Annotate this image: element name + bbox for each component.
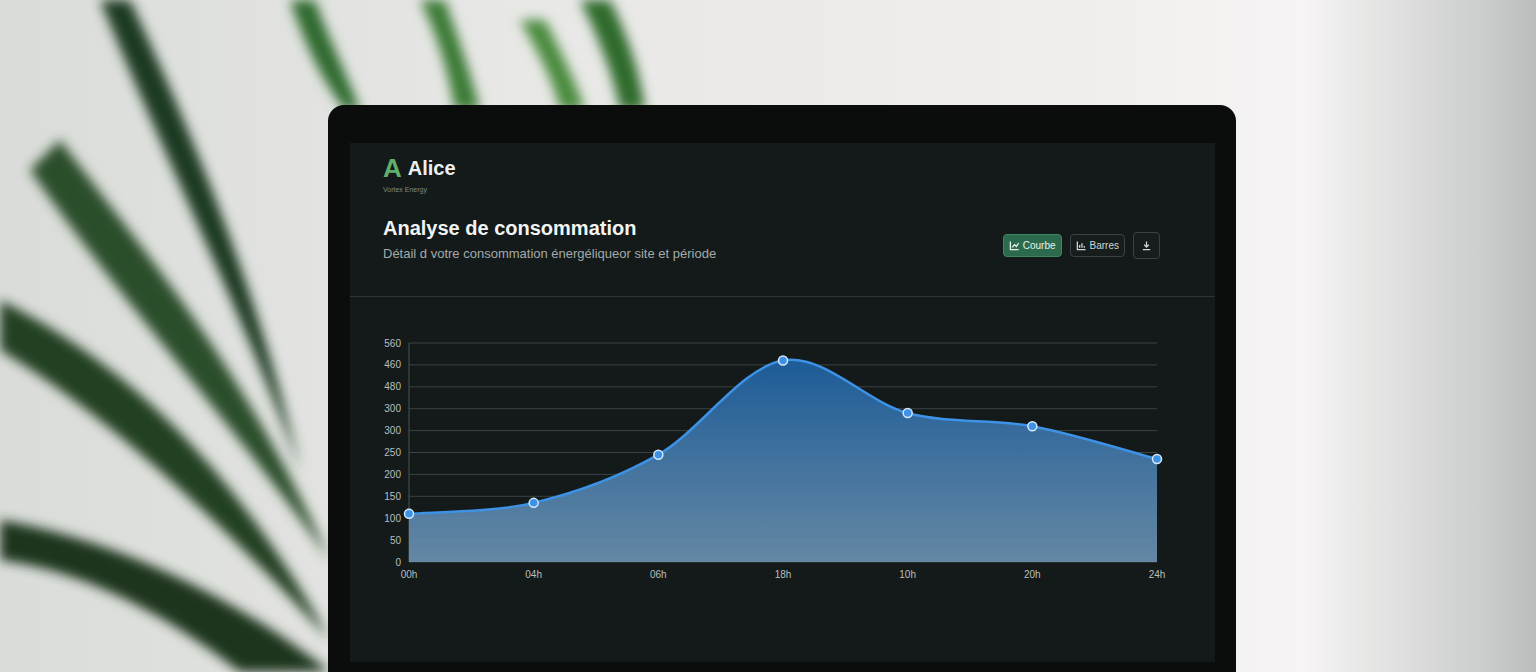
consumption-chart: 560 460 480 300 300 250 200 150 100 50 000h 04h 06h 1…: [372, 331, 1180, 583]
data-point[interactable]: [903, 409, 912, 418]
app-name: Alice: [408, 154, 456, 182]
svg-text:200: 200: [384, 469, 401, 480]
x-tick: 00h: [401, 569, 418, 580]
laptop-area: AAlice Vortex Energy Analyse de consommati…: [0, 0, 1536, 672]
series: [405, 356, 1162, 562]
data-point[interactable]: [529, 498, 538, 507]
x-tick: 24h: [1149, 569, 1166, 580]
y-tick: 560: [384, 338, 1157, 349]
app-tagline: Vortex Energy: [383, 185, 1160, 195]
data-point[interactable]: [1028, 422, 1037, 431]
page-title: Analyse de consommation: [383, 215, 716, 241]
svg-text:480: 480: [384, 381, 401, 392]
bar-chart-icon: [1076, 240, 1087, 251]
svg-text:0: 0: [395, 557, 401, 568]
line-chart-icon: [1009, 240, 1020, 251]
x-tick: 04h: [525, 569, 542, 580]
data-point[interactable]: [779, 356, 788, 365]
view-toolbar: Courbe Barres: [1003, 232, 1160, 259]
svg-text:460: 460: [384, 359, 401, 370]
download-icon: [1141, 240, 1152, 251]
logo-mark: A: [383, 153, 402, 183]
data-point[interactable]: [405, 509, 414, 518]
svg-text:300: 300: [384, 403, 401, 414]
laptop-bezel: AAlice Vortex Energy Analyse de consommati…: [328, 105, 1236, 672]
data-point[interactable]: [654, 450, 663, 459]
x-tick: 06h: [650, 569, 667, 580]
brand[interactable]: AAlice Vortex Energy: [383, 153, 1160, 195]
page-subtitle: Détail d votre consommation énergéliqueo…: [383, 245, 716, 263]
x-tick: 20h: [1024, 569, 1041, 580]
svg-text:100: 100: [384, 513, 401, 524]
x-tick: 10h: [899, 569, 916, 580]
x-tick: 18h: [775, 569, 792, 580]
svg-text:560: 560: [384, 338, 401, 349]
photo-scene: AAlice Vortex Energy Analyse de consommati…: [0, 0, 1536, 672]
svg-text:250: 250: [384, 447, 401, 458]
header: AAlice Vortex Energy Analyse de consommati…: [350, 143, 1215, 297]
screen: AAlice Vortex Energy Analyse de consommati…: [350, 143, 1215, 662]
svg-text:150: 150: [384, 491, 401, 502]
data-point[interactable]: [1153, 455, 1162, 464]
view-button[interactable]: Courbe: [1003, 234, 1062, 257]
series-line: [409, 360, 1157, 514]
chart-panel: 560 460 480 300 300 250 200 150 100 50 000h 04h 06h 1…: [350, 297, 1215, 583]
download-button[interactable]: [1133, 232, 1160, 259]
view-button[interactable]: Barres: [1070, 234, 1125, 257]
svg-text:300: 300: [384, 425, 401, 436]
svg-text:50: 50: [390, 535, 402, 546]
series-area: [409, 360, 1157, 562]
